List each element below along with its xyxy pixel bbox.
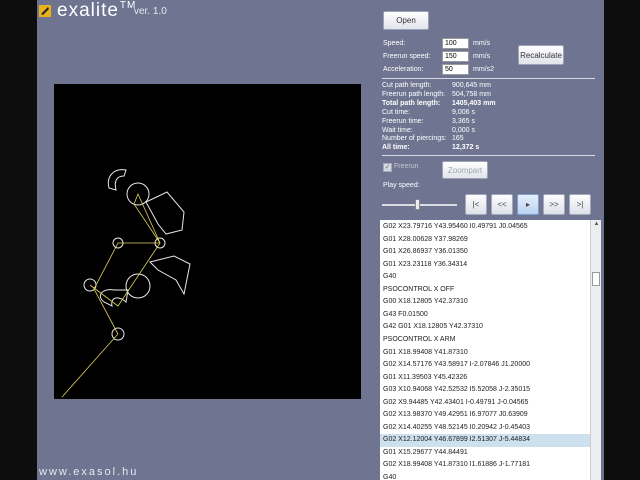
window-frame-right	[604, 0, 640, 480]
recalculate-button[interactable]: Recalculate	[518, 45, 564, 65]
step-button[interactable]: ▸	[517, 194, 539, 215]
stat-value: 1405,403 mm	[452, 99, 496, 107]
stat-value: 0,000 s	[452, 126, 475, 134]
gcode-line[interactable]: G01 X26.86937 Y36.01350	[380, 246, 590, 259]
toolpath-circle	[125, 273, 151, 299]
stat-label: Number of piercings:	[382, 135, 447, 143]
app-title: exaliteTM	[57, 0, 137, 21]
footer-url: www.exasol.hu	[39, 466, 139, 478]
gcode-line[interactable]: G01 X28.00628 Y37.98269	[380, 234, 590, 247]
stat-label: Cut time:	[382, 108, 411, 116]
toolpath-shape-top	[145, 191, 185, 235]
stat-label: All time:	[382, 144, 410, 152]
gcode-line[interactable]: PSOCONTROL X OFF	[380, 284, 590, 297]
acceleration-input[interactable]	[442, 64, 469, 75]
last-button[interactable]: >|	[569, 194, 591, 215]
scroll-up-arrow-icon[interactable]: ▲	[591, 220, 601, 228]
gcode-line[interactable]: G02 X14.57176 Y43.58917 I-2.07846 J1.200…	[380, 359, 590, 372]
stat-label: Total path length:	[382, 99, 441, 107]
stat-label: Freerun path length:	[382, 90, 446, 98]
toolpath-shape-mid	[149, 255, 191, 296]
stat-value: 9,006 s	[452, 108, 475, 116]
freerun-speed-label: Freerun speed:	[383, 53, 431, 60]
stat-value: 900,645 mm	[452, 82, 491, 89]
acceleration-unit: mm/s2	[473, 66, 494, 73]
gcode-line[interactable]: G02 X9.94485 Y42.43401 I-0.49791 J-0.045…	[380, 397, 590, 410]
gcode-line[interactable]: G01 X15.29677 Y44.84491	[380, 447, 590, 460]
stat-value: 504,758 mm	[452, 90, 491, 98]
gcode-line[interactable]: G02 X23.79716 Y43.95460 I0.49791 J0.0456…	[380, 221, 590, 234]
gcode-line[interactable]: G42 G01 X18.12805 Y42.37310	[380, 321, 590, 334]
gcode-line[interactable]: G40	[380, 271, 590, 284]
stat-value: 165	[452, 135, 464, 143]
first-button[interactable]: |<	[465, 194, 487, 215]
stat-label: Cut path length:	[382, 82, 432, 89]
forward-button[interactable]: >>	[543, 194, 565, 215]
play-speed-slider-thumb[interactable]	[414, 199, 420, 210]
gcode-list[interactable]: G02 X23.79716 Y43.95460 I0.49791 J0.0456…	[380, 220, 601, 480]
divider	[382, 155, 595, 156]
gcode-line[interactable]: G02 X14.40255 Y48.52145 I0.20942 J-0.454…	[380, 422, 590, 435]
gcode-line[interactable]: G40	[380, 472, 590, 480]
freerun-speed-unit: mm/s	[473, 53, 491, 60]
zoompart-button[interactable]: Zoompart	[442, 161, 488, 179]
play-speed-label: Play speed:	[383, 182, 420, 189]
toolpath-drawing	[61, 169, 191, 398]
speed-unit: mm/s	[473, 40, 491, 47]
gcode-line[interactable]: PSOCONTROL X ARM	[380, 334, 590, 347]
stat-label: Wait time:	[382, 126, 413, 134]
rewind-button[interactable]: <<	[491, 194, 513, 215]
app-version: ver. 1.0	[134, 6, 167, 17]
stat-label: Freerun time:	[382, 117, 424, 125]
gcode-line[interactable]: G43 F0.01500	[380, 309, 590, 322]
freerun-label: Freerun	[394, 163, 419, 170]
speed-input[interactable]	[442, 38, 469, 49]
speed-label: Speed:	[383, 40, 406, 47]
gcode-line[interactable]: G01 X23.23118 Y36.34314	[380, 259, 590, 272]
gcode-line[interactable]: G01 X11.39503 Y45.42326	[380, 372, 590, 385]
window-frame-left	[0, 0, 37, 480]
app-window: exaliteTM ver. 1.0 Open Speed: mm/s Free	[37, 0, 604, 480]
gcode-line[interactable]: G02 X12.12004 Y46.67899 I2.51307 J-5.448…	[380, 434, 590, 447]
toolpath-hook-top	[107, 169, 127, 191]
open-button[interactable]: Open	[383, 11, 429, 30]
gcode-line[interactable]: G00 X18.12805 Y42.37310	[380, 296, 590, 309]
scroll-thumb[interactable]	[592, 272, 600, 286]
gcode-line[interactable]: G02 X18.99408 Y41.87310 I1.61886 J-1.771…	[380, 459, 590, 472]
gcode-scrollbar[interactable]: ▲	[590, 220, 601, 480]
stat-value: 12,372 s	[452, 144, 480, 152]
freerun-checkbox[interactable]: ✓	[383, 163, 392, 172]
gcode-line[interactable]: G01 X18.99408 Y41.87310	[380, 347, 590, 360]
stat-value: 3,365 s	[452, 117, 475, 125]
gcode-line[interactable]: G03 X10.94068 Y42.52532 I5.52058 J-2.350…	[380, 384, 590, 397]
divider	[382, 78, 595, 79]
freerun-speed-input[interactable]	[442, 51, 469, 62]
exalite-logo-icon	[39, 5, 51, 17]
acceleration-label: Acceleration:	[383, 66, 424, 73]
toolpath-canvas[interactable]	[54, 84, 361, 399]
gcode-line[interactable]: G02 X13.98370 Y49.42951 I6.97077 J0.6390…	[380, 409, 590, 422]
